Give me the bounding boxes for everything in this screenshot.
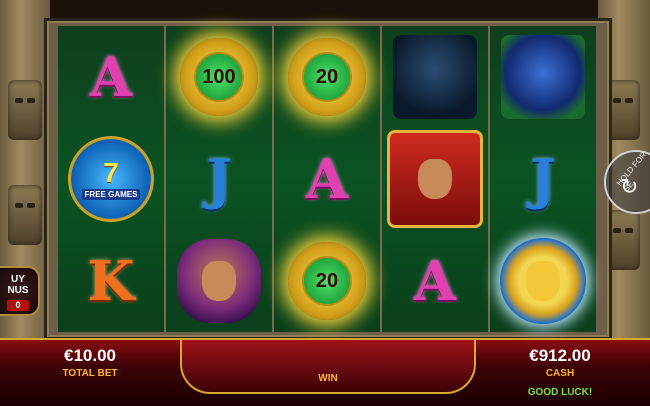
reels-area: A 7 FREE GAMES K 100 J 20 A 20 A J: [58, 26, 596, 332]
buy-bonus-label: NUS: [7, 285, 29, 296]
symbol-cell: J: [490, 128, 596, 230]
free-games-count: 7: [103, 156, 119, 188]
symbol-cell: 7 FREE GAMES: [58, 128, 164, 230]
reel-1: A 7 FREE GAMES K: [58, 26, 166, 332]
coin-value: 20: [302, 52, 352, 102]
letter-symbol: K: [87, 249, 135, 313]
reel-3: 20 A 20: [274, 26, 382, 332]
status-message: GOOD LUCK!: [527, 387, 593, 398]
symbol-cell: K: [58, 230, 164, 332]
bottom-bar: €10.00 TOTAL BET WIN €912.00 CASH GOOD L…: [0, 338, 650, 406]
symbol-cell: [382, 26, 488, 128]
letter-symbol: J: [206, 147, 232, 211]
coin-value: 100: [194, 52, 244, 102]
symbol-cell: A: [382, 230, 488, 332]
symbol-cell: 20: [274, 26, 380, 128]
total-bet-label: TOTAL BET: [62, 368, 118, 379]
cash-value: €912.00: [529, 346, 591, 365]
free-games-symbol: 7 FREE GAMES: [68, 136, 154, 222]
cash-panel: €912.00 CASH GOOD LUCK!: [500, 346, 620, 398]
symbol-cell: [166, 230, 272, 332]
total-bet-value: €10.00: [64, 346, 116, 365]
letter-symbol: A: [414, 249, 456, 313]
stone-mask-icon: [8, 80, 42, 140]
coin-symbol: 20: [288, 242, 366, 320]
cash-label: CASH: [545, 368, 575, 379]
symbol-cell: [490, 230, 596, 332]
symbol-cell: A: [274, 128, 380, 230]
symbol-cell: 100: [166, 26, 272, 128]
coin-symbol: 20: [288, 38, 366, 116]
spin-arrow-icon: ↻: [620, 174, 639, 199]
sun-icon: [500, 238, 586, 324]
symbol-cell: [382, 128, 488, 230]
letter-symbol: A: [90, 45, 132, 109]
buy-bonus-button[interactable]: UY NUS 0: [0, 266, 40, 316]
symbol-cell: J: [166, 128, 272, 230]
reel-2: 100 J: [166, 26, 274, 332]
coin-symbol: 100: [180, 38, 258, 116]
reel-5: J: [490, 26, 596, 332]
total-bet-panel[interactable]: €10.00 TOTAL BET: [30, 346, 150, 379]
symbol-cell: A: [58, 26, 164, 128]
reel-4: A: [382, 26, 490, 332]
stone-mask-icon: [8, 185, 42, 245]
free-games-label: FREE GAMES: [81, 188, 141, 200]
buy-bonus-label: UY: [11, 274, 25, 285]
queen-icon: [177, 239, 261, 323]
letter-symbol: J: [530, 147, 556, 211]
win-display: WIN: [180, 340, 476, 394]
symbol-cell: [490, 26, 596, 128]
symbol-cell: 20: [274, 230, 380, 332]
letter-symbol: A: [306, 147, 348, 211]
jaguar-icon: [501, 35, 585, 119]
win-label: WIN: [318, 373, 338, 384]
king-icon: [387, 130, 483, 228]
coin-value: 20: [302, 256, 352, 306]
monkey-icon: [393, 35, 477, 119]
buy-bonus-count: 0: [7, 300, 29, 311]
